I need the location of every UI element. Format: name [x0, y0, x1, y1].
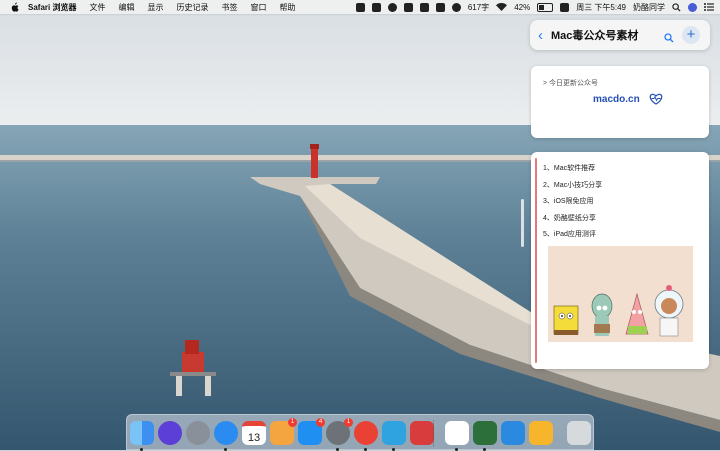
status-app-icon[interactable]: [419, 2, 429, 12]
trash-icon[interactable]: [567, 421, 591, 445]
chrome-icon[interactable]: [354, 421, 378, 445]
menu-help[interactable]: 帮助: [279, 2, 295, 13]
list-item[interactable]: 2、Mac小技巧分享: [543, 178, 602, 195]
finder-icon[interactable]: [130, 421, 154, 445]
spotlight-icon[interactable]: [672, 2, 681, 12]
scroll-handle[interactable]: [521, 199, 524, 247]
today-update-card[interactable]: > 今日更新公众号 macdo.cn: [531, 66, 709, 138]
siri-menubar-icon[interactable]: [688, 2, 697, 12]
list-item[interactable]: 4、奶酪壁纸分享: [543, 211, 602, 228]
heart-logo-icon: [649, 93, 663, 105]
safari-icon[interactable]: [214, 421, 238, 445]
status-app-icon[interactable]: [560, 2, 570, 12]
menu-history[interactable]: 历史记录: [176, 2, 208, 13]
battery-percent[interactable]: 42%: [514, 3, 530, 12]
network-speed[interactable]: 617字: [468, 2, 489, 13]
dock-separator: [433, 420, 434, 447]
status-app-icon[interactable]: [435, 2, 445, 12]
app-store-icon[interactable]: 4: [298, 418, 325, 445]
list-item[interactable]: 3、iOS限免应用: [543, 194, 602, 211]
photos-icon[interactable]: 1: [270, 418, 297, 445]
user-menu[interactable]: 奶酪同学: [633, 2, 665, 13]
siri-icon[interactable]: [158, 421, 182, 445]
status-bar: 617字 42% 周三 下午5:49 奶酪同学: [349, 0, 714, 14]
topics-list: 1、Mac软件推荐 2、Mac小技巧分享 3、iOS限免应用 4、奶酪壁纸分享 …: [543, 161, 602, 244]
telegram-icon[interactable]: [382, 421, 406, 445]
widget-title: Mac毒公众号素材: [551, 30, 639, 42]
spongebob-illustration: [548, 246, 693, 342]
image-viewer-icon[interactable]: [473, 421, 497, 445]
notification-badge: 1: [288, 418, 297, 427]
widget-header: ‹ Mac毒公众号素材 +: [530, 20, 710, 50]
list-item[interactable]: 5、iPad应用测评: [543, 227, 602, 244]
system-preferences-icon[interactable]: 1: [326, 418, 353, 445]
add-button[interactable]: +: [682, 26, 700, 44]
accent-bar: [535, 158, 537, 363]
reeder-icon[interactable]: [410, 421, 434, 445]
apple-menu-icon[interactable]: [9, 2, 20, 13]
baidu-netdisk-icon[interactable]: [445, 421, 469, 445]
list-item[interactable]: 1、Mac软件推荐: [543, 161, 602, 178]
status-app-icon[interactable]: [403, 2, 413, 12]
sketch-icon[interactable]: [529, 421, 553, 445]
calendar-day: 13: [247, 432, 261, 444]
calendar-icon[interactable]: 13: [242, 421, 266, 445]
dock: 13 1 4 1: [126, 414, 594, 451]
menu-edit[interactable]: 编辑: [118, 2, 134, 13]
xcode-icon[interactable]: [501, 421, 525, 445]
back-chevron-icon[interactable]: ‹: [538, 28, 543, 43]
menu-view[interactable]: 显示: [147, 2, 163, 13]
notification-badge: 4: [316, 418, 325, 427]
notification-center-icon[interactable]: [704, 3, 714, 11]
status-app-icon[interactable]: [355, 2, 365, 12]
card-label: > 今日更新公众号: [543, 80, 599, 87]
clock[interactable]: 周三 下午5:49: [576, 2, 626, 13]
brand-name: macdo.cn: [593, 94, 640, 105]
search-icon[interactable]: [664, 30, 674, 48]
menu-bookmarks[interactable]: 书签: [221, 2, 237, 13]
menu-window[interactable]: 窗口: [250, 2, 266, 13]
menu-file[interactable]: 文件: [89, 2, 105, 13]
app-menu[interactable]: Safari 浏览器: [28, 2, 76, 13]
battery-icon[interactable]: [537, 2, 554, 12]
wifi-icon[interactable]: [496, 3, 508, 11]
status-app-icon[interactable]: [451, 2, 461, 12]
status-app-icon[interactable]: [387, 2, 397, 12]
topics-card[interactable]: 1、Mac软件推荐 2、Mac小技巧分享 3、iOS限免应用 4、奶酪壁纸分享 …: [531, 152, 709, 369]
notification-badge: 1: [344, 418, 353, 427]
menu-bar: Safari 浏览器 文件 编辑 显示 历史记录 书签 窗口 帮助 617字 4…: [0, 0, 720, 14]
launchpad-icon[interactable]: [186, 421, 210, 445]
status-app-icon[interactable]: [371, 2, 381, 12]
